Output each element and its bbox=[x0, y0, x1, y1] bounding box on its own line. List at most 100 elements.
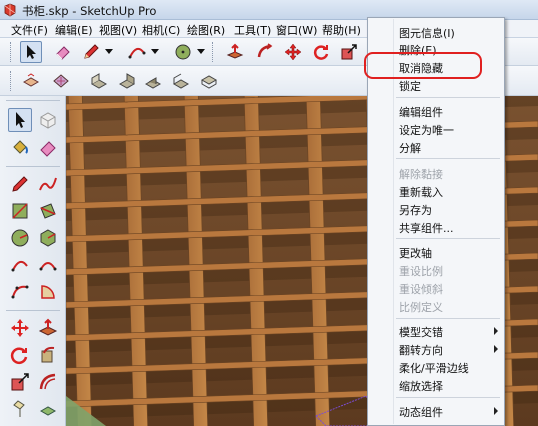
menu-item-soften-edges[interactable]: 柔化/平滑边线 bbox=[369, 357, 503, 377]
eraser-icon bbox=[40, 141, 56, 157]
look-around-tool-button[interactable] bbox=[36, 397, 60, 421]
move-tool-button[interactable] bbox=[8, 316, 32, 340]
two-point-arc-tool-button[interactable] bbox=[36, 253, 60, 277]
back-view-button[interactable] bbox=[142, 70, 164, 92]
bottom-view-button[interactable] bbox=[198, 70, 220, 92]
highlight-annotation bbox=[364, 52, 482, 79]
bottom-view-icon bbox=[200, 75, 218, 89]
push-pull-tool-button[interactable] bbox=[36, 316, 60, 340]
menu-item-share-component[interactable]: 共享组件... bbox=[369, 217, 503, 237]
menu-item-edit-component[interactable]: 编辑组件 bbox=[369, 101, 503, 121]
menu-item-explode[interactable]: 分解 bbox=[369, 137, 503, 157]
chevron-down-icon bbox=[105, 49, 113, 54]
push-pull-icon bbox=[226, 43, 244, 59]
menu-item-label: 比例定义 bbox=[399, 301, 443, 314]
select-tool-button[interactable] bbox=[8, 108, 32, 132]
menu-item-zoom-selection[interactable]: 缩放选择 bbox=[369, 375, 503, 395]
eraser-tool-button[interactable] bbox=[36, 136, 60, 160]
left-view-icon bbox=[172, 73, 190, 89]
scale-tool-button[interactable] bbox=[8, 370, 32, 394]
scale-icon bbox=[341, 44, 357, 60]
menu-item-label: 模型交错 bbox=[399, 326, 443, 339]
menu-item-reset-skew: 重设倾斜 bbox=[369, 278, 503, 298]
select-tool-button[interactable] bbox=[20, 41, 42, 63]
menu-item-change-axes[interactable]: 更改轴 bbox=[369, 242, 503, 262]
freehand-tool-button[interactable] bbox=[36, 172, 60, 196]
submenu-arrow-icon bbox=[494, 407, 498, 415]
paint-bucket-tool-button[interactable] bbox=[8, 136, 32, 160]
menu-item-label: 翻转方向 bbox=[399, 344, 443, 357]
menu-file[interactable]: 文件(F) bbox=[11, 22, 48, 38]
eraser-tool-button[interactable] bbox=[52, 41, 74, 63]
back-view-icon bbox=[144, 77, 162, 89]
menu-item-label: 分解 bbox=[399, 142, 421, 155]
arc-tool-button[interactable] bbox=[126, 41, 148, 63]
menu-edit[interactable]: 编辑(E) bbox=[55, 22, 93, 38]
toolbar-grip[interactable] bbox=[10, 42, 13, 62]
right-view-button[interactable] bbox=[116, 70, 138, 92]
menu-item-make-unique[interactable]: 设定为唯一 bbox=[369, 119, 503, 139]
circle-dropdown[interactable] bbox=[196, 41, 206, 63]
menu-item-dynamic-components[interactable]: 动态组件 bbox=[369, 401, 503, 421]
polygon-tool-button[interactable] bbox=[36, 226, 60, 250]
menu-item-flip-along[interactable]: 翻转方向 bbox=[369, 339, 503, 359]
follow-me-tool-button[interactable] bbox=[36, 343, 60, 367]
menu-item-label: 缩放选择 bbox=[399, 380, 443, 393]
top-view-icon bbox=[53, 74, 69, 88]
menu-draw[interactable]: 绘图(R) bbox=[187, 22, 225, 38]
left-view-button[interactable] bbox=[170, 70, 192, 92]
scale-tool-button[interactable] bbox=[338, 41, 360, 63]
menu-view[interactable]: 视图(V) bbox=[99, 22, 137, 38]
circle-icon bbox=[175, 44, 191, 60]
pencil-tool-button[interactable] bbox=[80, 41, 102, 63]
circle-tool-button[interactable] bbox=[172, 41, 194, 63]
toolbar-grip[interactable] bbox=[212, 42, 215, 62]
rotated-rectangle-tool-button[interactable] bbox=[36, 199, 60, 223]
arc-icon bbox=[128, 47, 146, 59]
arc-tool-button[interactable] bbox=[8, 253, 32, 277]
sketchup-icon bbox=[4, 3, 16, 17]
front-view-button[interactable] bbox=[88, 70, 110, 92]
offset-tool-button[interactable] bbox=[36, 370, 60, 394]
component-tool-button[interactable] bbox=[36, 108, 60, 132]
menu-window[interactable]: 窗口(W) bbox=[276, 22, 317, 38]
window-title: 书柜.skp - SketchUp Pro bbox=[22, 4, 157, 18]
right-view-icon bbox=[118, 73, 136, 89]
push-pull-tool-button[interactable] bbox=[224, 41, 246, 63]
menu-camera[interactable]: 相机(C) bbox=[142, 22, 180, 38]
three-point-arc-tool-button[interactable] bbox=[8, 280, 32, 304]
rotate-tool-button[interactable] bbox=[310, 41, 332, 63]
menu-item-reload[interactable]: 重新载入 bbox=[369, 181, 503, 201]
rectangle-tool-button[interactable] bbox=[8, 199, 32, 223]
toolbar-grip[interactable] bbox=[10, 71, 13, 91]
line-tool-button[interactable] bbox=[8, 172, 32, 196]
pencil-dropdown[interactable] bbox=[104, 41, 114, 63]
menu-item-label: 重新载入 bbox=[399, 186, 443, 199]
arc-icon bbox=[11, 260, 28, 272]
eraser-icon bbox=[56, 46, 70, 60]
rectangle-icon bbox=[12, 203, 28, 219]
menu-item-save-as[interactable]: 另存为 bbox=[369, 199, 503, 219]
iso-view-button[interactable] bbox=[20, 70, 42, 92]
follow-me-tool-button[interactable] bbox=[254, 41, 276, 63]
pie-tool-button[interactable] bbox=[36, 280, 60, 304]
circle-tool-button[interactable] bbox=[8, 226, 32, 250]
arc-dropdown[interactable] bbox=[150, 41, 160, 63]
rotate-icon bbox=[10, 347, 28, 364]
menu-help[interactable]: 帮助(H) bbox=[322, 22, 361, 38]
menu-tools[interactable]: 工具(T) bbox=[234, 22, 271, 38]
look-around-icon bbox=[39, 406, 57, 416]
pencil-icon bbox=[84, 44, 99, 59]
chevron-down-icon bbox=[197, 49, 205, 54]
move-icon bbox=[11, 319, 29, 337]
move-tool-button[interactable] bbox=[282, 41, 304, 63]
move-icon bbox=[284, 43, 302, 61]
rotate-tool-button[interactable] bbox=[8, 343, 32, 367]
follow-me-icon bbox=[257, 43, 273, 58]
menu-separator bbox=[396, 397, 500, 398]
top-view-button[interactable] bbox=[50, 70, 72, 92]
menu-item-label: 共享组件... bbox=[399, 222, 454, 235]
menu-item-label: 动态组件 bbox=[399, 406, 443, 419]
menu-item-intersect-faces[interactable]: 模型交错 bbox=[369, 321, 503, 341]
walk-tool-button[interactable] bbox=[8, 397, 32, 421]
